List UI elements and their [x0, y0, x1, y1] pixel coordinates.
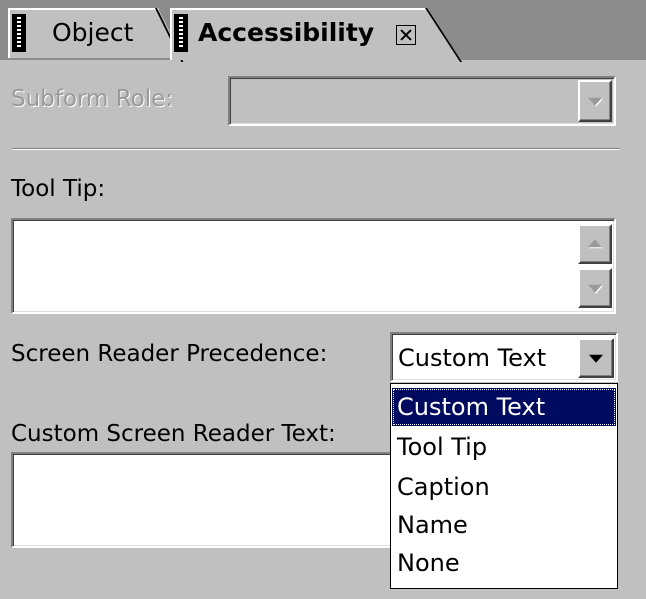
close-icon[interactable] — [396, 25, 416, 45]
dropdown-option-caption[interactable]: Caption — [392, 468, 616, 506]
custom-screen-reader-text-label: Custom Screen Reader Text: — [11, 421, 336, 447]
chevron-down-icon — [588, 97, 602, 106]
screen-reader-precedence-label: Screen Reader Precedence: — [11, 341, 328, 367]
subform-role-select[interactable] — [228, 76, 616, 126]
dropdown-option-tool-tip[interactable]: Tool Tip — [392, 428, 616, 466]
arrow-up-icon — [588, 239, 602, 248]
screen-reader-precedence-select[interactable]: Custom Text — [390, 332, 618, 382]
tab-object-label[interactable]: Object — [52, 18, 133, 48]
screen-reader-precedence-value: Custom Text — [398, 344, 547, 372]
grip-icon — [12, 14, 26, 52]
dropdown-option-custom-text[interactable]: Custom Text — [392, 388, 616, 426]
grip-icon — [174, 14, 188, 52]
tool-tip-label: Tool Tip: — [11, 176, 106, 202]
screen-reader-precedence-dropdown-list: Custom Text Tool Tip Caption Name None — [390, 383, 618, 589]
arrow-down-icon — [588, 284, 602, 293]
chevron-down-icon — [589, 354, 603, 363]
subform-role-dropdown-button[interactable] — [578, 80, 612, 122]
scroll-down-button[interactable] — [578, 268, 612, 308]
dropdown-option-none[interactable]: None — [392, 544, 616, 582]
tab-accessibility-label[interactable]: Accessibility — [198, 18, 374, 48]
separator — [12, 148, 620, 150]
screen-reader-precedence-dropdown-button[interactable] — [578, 338, 614, 378]
tab-strip: Object Accessibility — [0, 0, 646, 62]
dropdown-option-name[interactable]: Name — [392, 506, 616, 544]
tool-tip-textarea[interactable] — [11, 218, 616, 314]
subform-role-label: Subform Role: — [11, 86, 174, 112]
scroll-up-button[interactable] — [578, 224, 612, 264]
